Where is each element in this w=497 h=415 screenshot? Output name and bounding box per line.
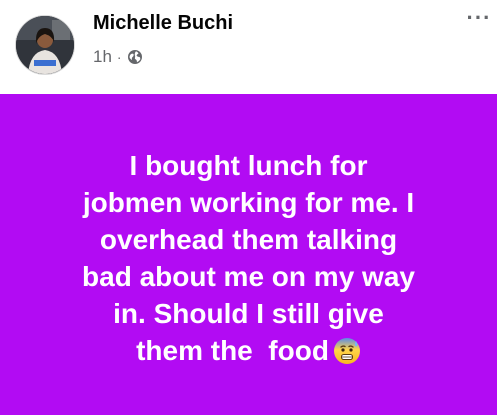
post-text-line: jobmen working for me. I <box>82 187 415 218</box>
author-name[interactable]: Michelle Buchi <box>93 12 233 35</box>
more-options-icon: ··· <box>466 5 492 30</box>
post-background: I bought lunch for jobmen working for me… <box>0 94 497 415</box>
meta-separator: · <box>116 49 122 65</box>
post-text-line: overhead them talking <box>99 224 398 255</box>
post-text-last-line: them the food <box>20 332 477 369</box>
post-text-line: them the food <box>136 335 329 366</box>
globe-icon[interactable] <box>127 49 143 65</box>
author-avatar[interactable] <box>15 15 75 75</box>
anxious-face-with-sweat-emoji <box>333 338 360 364</box>
avatar-photo <box>16 16 74 74</box>
post-text-line: bad about me on my way <box>82 261 415 292</box>
post-meta: 1h · <box>93 47 143 67</box>
post-text-line: in. Should I still give <box>113 298 384 329</box>
post-timestamp[interactable]: 1h <box>93 47 112 67</box>
post-header: Michelle Buchi 1h · ··· <box>0 0 497 94</box>
post-text-line: I bought lunch for <box>129 150 368 181</box>
post-text: I bought lunch for jobmen working for me… <box>20 147 477 369</box>
more-options-button[interactable]: ··· <box>463 6 495 30</box>
